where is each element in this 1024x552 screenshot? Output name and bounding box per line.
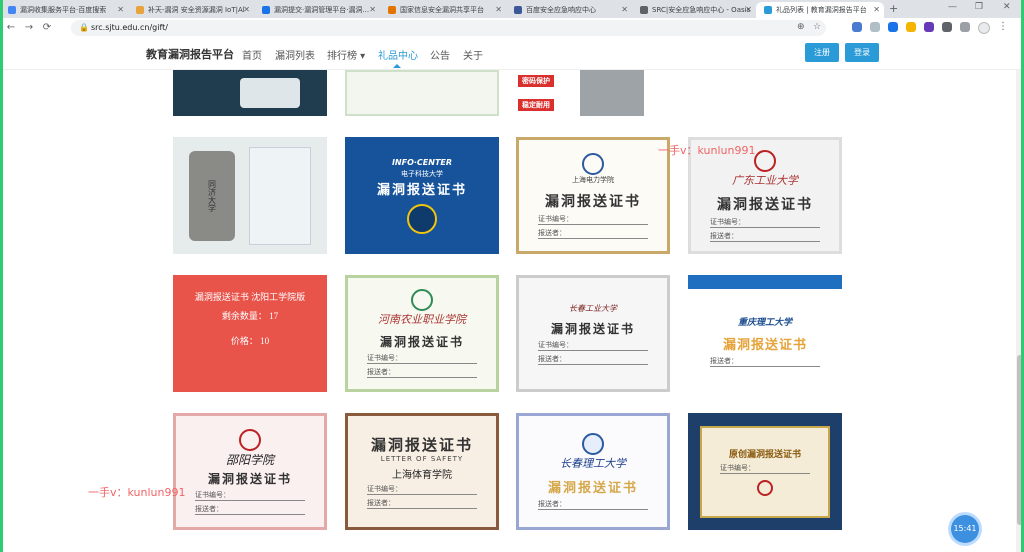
gift-box-image <box>249 146 311 245</box>
thermos-image: 同济大学 <box>189 150 235 241</box>
school-seal-icon <box>239 428 261 451</box>
badge-icon <box>407 203 437 234</box>
favicon-icon <box>514 6 522 14</box>
extensions-puzzle-icon[interactable] <box>942 22 952 32</box>
close-tab-icon[interactable]: ✕ <box>243 5 250 14</box>
close-tab-icon[interactable]: ✕ <box>621 5 628 14</box>
favicon-icon <box>136 6 144 14</box>
floating-clock-button[interactable]: 15:41 <box>951 515 979 543</box>
close-tab-icon[interactable]: ✕ <box>369 5 376 14</box>
watermark-text: 一手v：kunlun991 <box>88 486 186 499</box>
forward-icon[interactable]: → <box>22 21 36 35</box>
gift-card[interactable]: 长春工业大学 漏洞报送证书 证书编号： 报送者： <box>516 275 670 392</box>
school-seal-icon <box>411 289 433 311</box>
login-button[interactable]: 登录 <box>845 43 879 62</box>
tab-5[interactable]: 百度安全应急响应中心 ✕ <box>506 2 632 18</box>
school-seal-icon <box>582 433 604 455</box>
close-tab-icon[interactable]: ✕ <box>745 5 752 14</box>
gift-image <box>580 70 644 116</box>
nav-announcement[interactable]: 公告 <box>430 47 450 62</box>
address-bar[interactable]: 🔒 src.sjtu.edu.cn/gift/ ⊕ ☆ <box>71 20 826 36</box>
site-header: 教育漏洞报告平台 首页 漏洞列表 排行榜 ▾ 礼品中心 公告 关于 注册 登录 <box>0 38 1024 70</box>
browser-tab-strip: 漏洞收集服务平台·百度搜索 ✕ 补天-漏洞 安全资源漏洞 IoT|Al ✕ 漏洞… <box>0 0 1024 18</box>
tab-3[interactable]: 漏洞提交·漏洞管理平台·漏洞... ✕ <box>254 2 380 18</box>
gift-card[interactable]: INFO·CENTER 电子科技大学 漏洞报送证书 <box>345 137 499 254</box>
close-tab-icon[interactable]: ✕ <box>117 5 124 14</box>
gift-card[interactable]: 重庆理工大学 漏洞报送证书 报送者： <box>688 275 842 392</box>
extension-icon[interactable] <box>870 22 880 32</box>
gift-card[interactable]: 长春理工大学 漏洞报送证书 报送者： <box>516 413 670 530</box>
site-logo[interactable]: 教育漏洞报告平台 <box>146 46 234 62</box>
bookmark-star-icon[interactable]: ☆ <box>813 22 821 32</box>
gift-card[interactable] <box>173 70 327 116</box>
minimize-icon[interactable]: — <box>948 2 957 12</box>
reload-icon[interactable]: ⟳ <box>40 21 54 35</box>
gift-card[interactable]: 河南农业职业学院 漏洞报送证书 证书编号： 报送者： <box>345 275 499 392</box>
screen-edge-left <box>0 0 3 552</box>
gift-card[interactable]: 漏洞报送证书 LETTER OF SAFETY 上海体育学院 证书编号： 报送者… <box>345 413 499 530</box>
school-seal-icon <box>582 152 604 175</box>
extension-icon[interactable] <box>888 22 898 32</box>
back-icon[interactable]: ← <box>4 21 18 35</box>
lock-icon: 🔒 <box>79 23 89 32</box>
close-tab-icon[interactable]: ✕ <box>495 5 502 14</box>
favicon-icon <box>764 6 772 14</box>
nav-about[interactable]: 关于 <box>463 47 483 62</box>
close-tab-icon[interactable]: ✕ <box>873 5 880 14</box>
gift-card[interactable] <box>345 70 499 116</box>
gift-card[interactable]: 漏洞报送证书 沈阳工学院版 剩余数量： 17 价格： 10 <box>173 275 327 392</box>
nav-vuln-list[interactable]: 漏洞列表 <box>275 47 315 62</box>
tab-active[interactable]: 礼品列表 | 教育漏洞报告平台 ✕ <box>756 2 884 18</box>
favicon-icon <box>262 6 270 14</box>
favicon-icon <box>640 6 648 14</box>
register-button[interactable]: 注册 <box>805 43 839 62</box>
gift-card[interactable]: 密码保护 稳定耐用 <box>516 70 670 116</box>
new-tab-icon[interactable]: + <box>889 2 898 15</box>
tab-2[interactable]: 补天-漏洞 安全资源漏洞 IoT|Al ✕ <box>128 2 254 18</box>
close-window-icon[interactable]: ✕ <box>1003 2 1011 12</box>
url-text[interactable]: src.sjtu.edu.cn/gift/ <box>91 22 168 34</box>
menu-icon[interactable]: ⋮ <box>998 21 1008 32</box>
zoom-icon[interactable]: ⊕ <box>797 22 805 32</box>
maximize-icon[interactable]: ❐ <box>975 2 983 12</box>
active-nav-indicator <box>393 64 401 68</box>
sidebar-icon[interactable] <box>960 22 970 32</box>
nav-ranking[interactable]: 排行榜 ▾ <box>327 47 365 62</box>
tab-1[interactable]: 漏洞收集服务平台·百度搜索 ✕ <box>0 2 128 18</box>
gift-grid: 密码保护 稳定耐用 同济大学 INFO·CENTER 电子科技大学 漏洞报送证书… <box>0 70 1016 552</box>
tab-4[interactable]: 国家信息安全漏洞共享平台 ✕ <box>380 2 506 18</box>
school-seal-icon <box>754 149 776 172</box>
seal-icon <box>757 480 773 496</box>
gift-card[interactable]: 上海电力学院 漏洞报送证书 证书编号： 报送者： <box>516 137 670 254</box>
favicon-icon <box>8 6 16 14</box>
gift-image <box>240 78 300 108</box>
extension-icon[interactable] <box>906 22 916 32</box>
gift-card[interactable]: 原创漏洞报送证书 证书编号： <box>688 413 842 530</box>
nav-gift-center[interactable]: 礼品中心 <box>378 47 418 62</box>
tab-6[interactable]: SRC|安全应急响应中心 - Oasis ✕ <box>632 2 756 18</box>
extension-icon[interactable] <box>852 22 862 32</box>
browser-toolbar: ← → ⟳ 🔒 src.sjtu.edu.cn/gift/ ⊕ ☆ ⋮ <box>0 18 1024 39</box>
extension-icon[interactable] <box>924 22 934 32</box>
watermark-text: 一手v：kunlun991 <box>658 144 756 157</box>
profile-icon[interactable] <box>978 22 990 34</box>
gift-card[interactable]: 同济大学 <box>173 137 327 254</box>
gift-card[interactable]: 邵阳学院 漏洞报送证书 证书编号： 报送者： <box>173 413 327 530</box>
favicon-icon <box>388 6 396 14</box>
nav-home[interactable]: 首页 <box>242 47 262 62</box>
